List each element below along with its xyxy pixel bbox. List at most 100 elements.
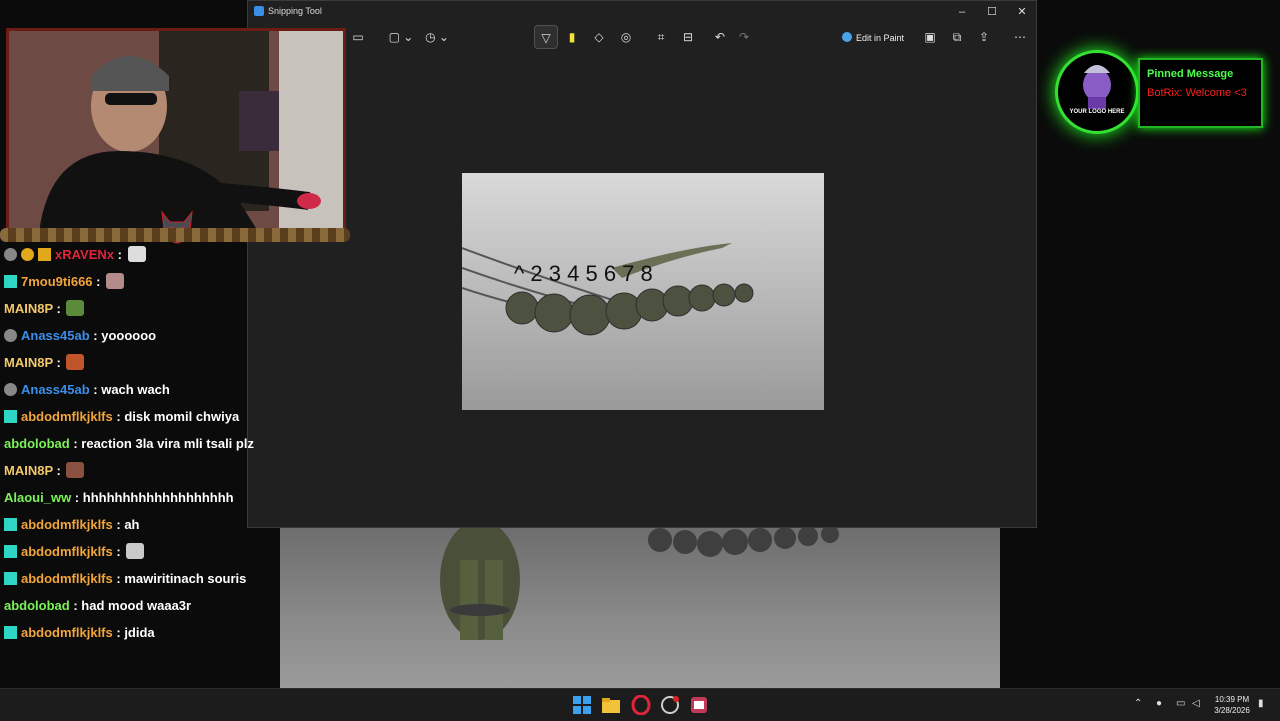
emote-icon bbox=[66, 300, 85, 316]
chat-text: ah bbox=[124, 517, 140, 532]
chat-message: abdodmflkjklfs : mawiritinach souris bbox=[4, 568, 246, 590]
chat-message: Anass45ab : yoooooo bbox=[4, 325, 156, 347]
steam-icon[interactable] bbox=[660, 695, 680, 715]
crown-icon bbox=[38, 248, 51, 261]
chat-username[interactable]: abdodmflkjklfs bbox=[21, 517, 113, 532]
window-title: Snipping Tool bbox=[268, 6, 322, 16]
close-button[interactable]: ✕ bbox=[1008, 4, 1036, 20]
chat-text: reaction 3la vira mli tsali plz bbox=[81, 436, 254, 451]
chat-username[interactable]: abdolobad bbox=[4, 598, 70, 613]
chat-username[interactable]: MAIN8P bbox=[4, 463, 53, 478]
chevron-up-icon[interactable]: ⌃ bbox=[1134, 698, 1142, 709]
clock-date: 3/28/2026 bbox=[1214, 706, 1250, 715]
chat-message: abdodmflkjklfs : ah bbox=[4, 514, 139, 536]
delay-dropdown[interactable]: ◷ ⌄ bbox=[420, 25, 454, 49]
chat-username[interactable]: Alaoui_ww bbox=[4, 490, 71, 505]
snip-canvas-image[interactable]: ^ 2 3 4 5 6 7 8 bbox=[462, 173, 824, 410]
badge-icon bbox=[4, 410, 17, 423]
title-bar: Snipping Tool – ☐ ✕ bbox=[248, 1, 1036, 23]
chat-username[interactable]: MAIN8P bbox=[4, 355, 53, 370]
snipping-tool-icon bbox=[254, 6, 264, 16]
chat-message: MAIN8P : bbox=[4, 460, 85, 482]
volume-icon[interactable]: ◁ bbox=[1192, 698, 1200, 709]
chat-message: xRAVENx : bbox=[4, 244, 146, 266]
chat-username[interactable]: abdodmflkjklfs bbox=[21, 571, 113, 586]
chat-panel: xRAVENx : 7mou9ti666 : MAIN8P : Anass45a… bbox=[0, 244, 290, 644]
background-artwork bbox=[280, 520, 1000, 688]
chat-message: Anass45ab : wach wach bbox=[4, 379, 170, 401]
pinned-message-box: Pinned Message BotRix: Welcome <3 bbox=[1138, 58, 1263, 128]
paint-icon bbox=[842, 32, 852, 42]
chat-message: MAIN8P : bbox=[4, 298, 85, 320]
chat-username[interactable]: Anass45ab bbox=[21, 382, 90, 397]
chat-username[interactable]: xRAVENx bbox=[55, 247, 114, 262]
chat-text: mawiritinach souris bbox=[124, 571, 247, 586]
emote-icon bbox=[66, 354, 85, 370]
highlighter-icon[interactable]: ▮ bbox=[560, 25, 584, 49]
video-icon[interactable]: ▭ bbox=[346, 25, 370, 49]
chat-message: 7mou9ti666 : bbox=[4, 271, 125, 293]
redo-icon[interactable]: ↷ bbox=[732, 25, 756, 49]
chat-username[interactable]: Anass45ab bbox=[21, 328, 90, 343]
chat-username[interactable]: abdodmflkjklfs bbox=[21, 409, 113, 424]
chat-text: hhhhhhhhhhhhhhhhhhh bbox=[82, 490, 234, 505]
save-icon[interactable]: ▣ bbox=[918, 25, 942, 49]
share-icon[interactable]: ⇪ bbox=[972, 25, 996, 49]
edit-in-paint-label: Edit in Paint bbox=[856, 33, 905, 43]
file-explorer-icon[interactable] bbox=[601, 695, 621, 715]
badge-icon bbox=[21, 248, 34, 261]
mascot-icon bbox=[1083, 65, 1111, 109]
maximize-button[interactable]: ☐ bbox=[978, 4, 1006, 20]
undo-icon[interactable]: ↶ bbox=[708, 25, 732, 49]
notifications-icon[interactable]: ▮ bbox=[1258, 698, 1264, 709]
taskbar: ⌃ ● ▭ ◁ 10:39 PM 3/28/2026 ▮ bbox=[0, 688, 1280, 721]
chat-message: abdolobad : had mood waaa3r bbox=[4, 598, 192, 613]
chat-message: abdolobad : reaction 3la vira mli tsali … bbox=[4, 436, 254, 451]
pen-tool-icon[interactable]: ▽ bbox=[534, 25, 558, 49]
snip-mode-dropdown[interactable]: ▢ ⌄ bbox=[384, 25, 418, 49]
minimize-button[interactable]: – bbox=[948, 4, 976, 20]
more-options-icon[interactable]: ⋯ bbox=[1008, 25, 1032, 49]
badge-icon bbox=[4, 329, 17, 342]
badge-icon bbox=[4, 248, 17, 261]
snipping-tool-taskbar-icon[interactable] bbox=[689, 695, 709, 715]
artwork-figures bbox=[440, 520, 839, 640]
crop-icon[interactable]: ⌗ bbox=[649, 25, 673, 49]
badge-icon bbox=[4, 518, 17, 531]
opera-icon[interactable] bbox=[631, 694, 651, 716]
chat-username[interactable]: abdolobad bbox=[4, 436, 70, 451]
emote-icon bbox=[127, 246, 146, 262]
chat-username[interactable]: MAIN8P bbox=[4, 301, 53, 316]
chat-text: wach wach bbox=[101, 382, 170, 397]
chat-text: disk momil chwiya bbox=[124, 409, 240, 424]
copy-icon[interactable]: ⧉ bbox=[945, 25, 969, 49]
badge-icon bbox=[4, 275, 17, 288]
chat-username[interactable]: 7mou9ti666 bbox=[21, 274, 93, 289]
badge-icon bbox=[4, 572, 17, 585]
microphone-icon[interactable]: ● bbox=[1156, 698, 1162, 709]
logo-text: YOUR LOGO HERE bbox=[1069, 109, 1125, 115]
shapes-icon[interactable]: ◎ bbox=[614, 25, 638, 49]
chat-message: abdodmflkjklfs : bbox=[4, 541, 145, 563]
edit-in-paint-button[interactable]: Edit in Paint bbox=[842, 29, 904, 47]
canvas-art: ^ 2 3 4 5 6 7 8 bbox=[462, 243, 754, 336]
badge-icon bbox=[4, 545, 17, 558]
eraser-icon[interactable]: ◇ bbox=[587, 25, 611, 49]
chat-message: abdodmflkjklfs : disk momil chwiya bbox=[4, 406, 239, 428]
chat-text: jdida bbox=[124, 625, 155, 640]
webcam-rope-frame bbox=[0, 228, 350, 242]
chat-text: had mood waaa3r bbox=[81, 598, 192, 613]
chat-message: MAIN8P : bbox=[4, 352, 85, 374]
chat-username[interactable]: abdodmflkjklfs bbox=[21, 625, 113, 640]
pinned-title: Pinned Message bbox=[1147, 68, 1234, 80]
chat-text: yoooooo bbox=[101, 328, 157, 343]
chat-username[interactable]: abdodmflkjklfs bbox=[21, 544, 113, 559]
emote-icon bbox=[106, 273, 125, 289]
text-actions-icon[interactable]: ⊟ bbox=[676, 25, 700, 49]
webcam-person bbox=[9, 31, 343, 233]
channel-logo: YOUR LOGO HERE bbox=[1055, 50, 1139, 134]
chat-message: Alaoui_ww : hhhhhhhhhhhhhhhhhhh bbox=[4, 490, 234, 505]
network-icon[interactable]: ▭ bbox=[1176, 698, 1185, 709]
clock[interactable]: 10:39 PM 3/28/2026 bbox=[1208, 694, 1256, 716]
windows-start-icon[interactable] bbox=[572, 695, 592, 715]
